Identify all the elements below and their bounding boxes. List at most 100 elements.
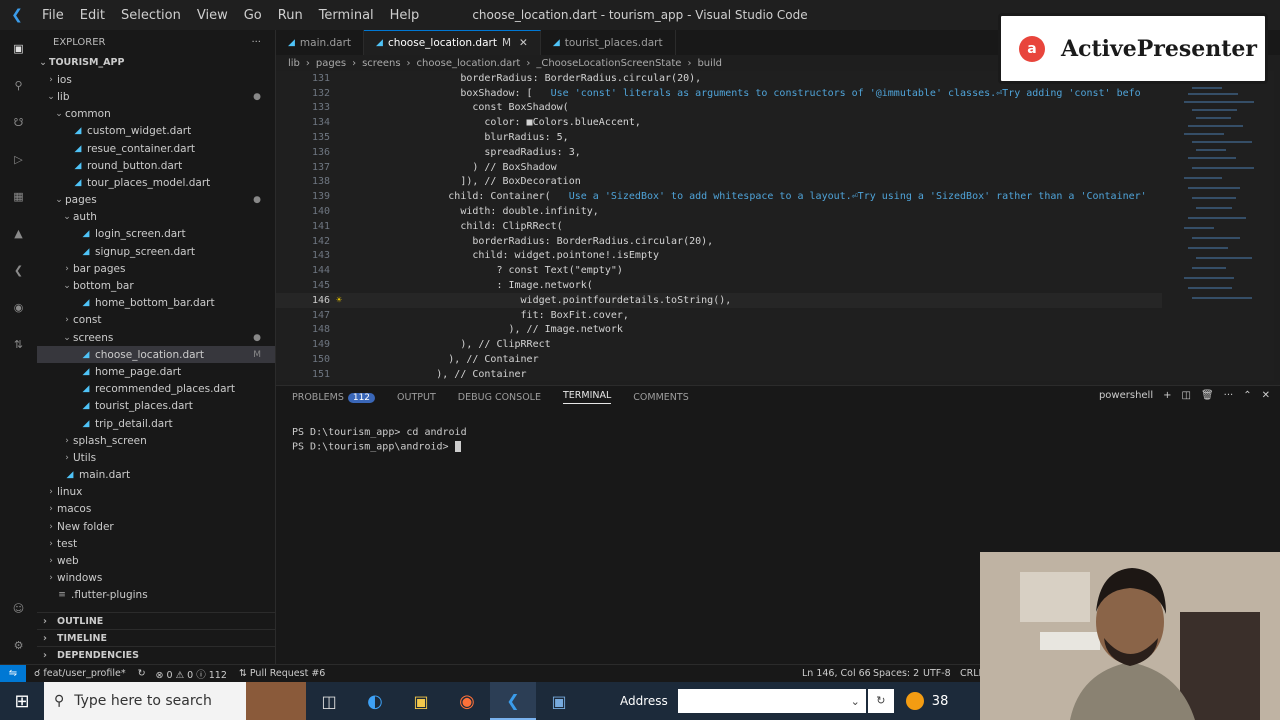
code-line[interactable]: 144 ? const Text("empty") [276,263,1162,278]
section-outline[interactable]: › OUTLINE [37,612,276,629]
code-line[interactable]: 140 width: double.infinity, [276,204,1162,219]
code-line[interactable]: 134 color: ■Colors.blueAccent, [276,115,1162,130]
workspace-root[interactable]: ⌄ TOURISM_APP [37,54,275,71]
folder-item[interactable]: › New folder [37,518,275,535]
code-line[interactable]: 148 ), // Image.network [276,323,1162,338]
editor-tab[interactable]: ◢ tourist_places.dart [541,30,676,55]
code-line[interactable]: 149 ), // ClipRRect [276,337,1162,352]
flutter-icon[interactable]: ❮ [0,252,37,289]
code-line[interactable]: 133 const BoxShadow( [276,101,1162,116]
file-item[interactable]: ◢ home_bottom_bar.dart [37,295,275,312]
github-icon[interactable]: ◉ [0,289,37,326]
code-editor[interactable]: 131 borderRadius: BorderRadius.circular(… [276,71,1162,381]
panel-more-icon[interactable]: ··· [1224,390,1234,401]
breadcrumb-item[interactable]: screens [362,58,400,69]
split-terminal-icon[interactable]: ◫ [1182,390,1191,401]
vscode-taskbar-icon[interactable]: ❮ [490,682,536,720]
menu-help[interactable]: Help [382,8,428,23]
pull-request-status[interactable]: ⇅ Pull Request #6 [239,668,325,679]
panel-tab-debug-console[interactable]: DEBUG CONSOLE [458,392,541,403]
minimap[interactable] [1162,71,1274,381]
code-line[interactable]: 150 ), // Container [276,352,1162,367]
code-line[interactable]: 146 ☀ widget.pointfourdetails.toString(), [276,292,1162,308]
menu-go[interactable]: Go [236,8,270,23]
extensions-icon[interactable]: ▦ [0,178,37,215]
code-line[interactable]: 139 child: Container( Use a 'SizedBox' t… [276,189,1162,204]
menu-run[interactable]: Run [270,8,311,23]
maximize-panel-icon[interactable]: ⌃ [1243,390,1251,401]
more-actions-icon[interactable]: ··· [251,37,261,48]
folder-item[interactable]: ⌄ pages ● [37,192,275,209]
testing-icon[interactable]: ▲ [0,215,37,252]
app-taskbar-icon[interactable]: ▣ [536,692,582,711]
code-line[interactable]: 141 child: ClipRRect( [276,219,1162,234]
file-item[interactable]: ◢ main.dart [37,467,275,484]
folder-item[interactable]: › Utils [37,449,275,466]
folder-item[interactable]: › const [37,312,275,329]
section-timeline[interactable]: › TIMELINE [37,629,276,646]
settings-gear-icon[interactable]: ⚙ [0,627,37,664]
section-dependencies[interactable]: › DEPENDENCIES [37,646,276,663]
folder-item[interactable]: ⌄ common [37,106,275,123]
menu-edit[interactable]: Edit [72,8,113,23]
indentation-status[interactable]: Spaces: 2 [873,668,919,679]
code-line[interactable]: 136 spreadRadius: 3, [276,145,1162,160]
folder-item[interactable]: ⌄ bottom_bar [37,277,275,294]
code-line[interactable]: 143 child: widget.pointone!.isEmpty [276,249,1162,264]
close-panel-icon[interactable]: ✕ [1262,390,1270,401]
firefox-icon[interactable]: ◉ [444,691,490,712]
file-item[interactable]: ◢ resue_container.dart [37,140,275,157]
file-item[interactable]: ◢ trip_detail.dart [37,415,275,432]
folder-item[interactable]: › bar pages [37,260,275,277]
file-item[interactable]: ◢ custom_widget.dart [37,123,275,140]
code-line[interactable]: 138 ]), // BoxDecoration [276,175,1162,190]
menu-selection[interactable]: Selection [113,8,189,23]
pull-request-icon[interactable]: ⇅ [0,326,37,363]
source-control-icon[interactable]: ☋ [0,104,37,141]
terminal-shell-label[interactable]: powershell [1099,390,1153,401]
sync-icon[interactable]: ↻ [138,668,146,679]
panel-tab-problems[interactable]: PROBLEMS 112 [292,392,376,403]
code-line[interactable]: 145 : Image.network( [276,278,1162,293]
problems-status[interactable]: ⊗ 0 ⚠ 0 ⓘ 112 [156,667,227,681]
branch-status[interactable]: ☌ feat/user_profile* [34,668,126,679]
folder-item[interactable]: › ios [37,71,275,88]
file-item[interactable]: ≡ .flutter-plugins [37,587,275,604]
breadcrumb-item[interactable]: pages [316,58,346,69]
file-item[interactable]: ◢ home_page.dart [37,363,275,380]
taskbar-search[interactable]: ⚲ Type here to search [44,682,276,720]
explorer-icon[interactable]: ▣ [0,30,37,67]
code-line[interactable]: 135 blurRadius: 5, [276,130,1162,145]
search-icon[interactable]: ⚲ [0,67,37,104]
windows-start-icon[interactable]: ⊞ [0,691,44,712]
folder-item[interactable]: › macos [37,501,275,518]
file-item[interactable]: ◢ signup_screen.dart [37,243,275,260]
file-item[interactable]: ◢ tourist_places.dart [37,398,275,415]
file-explorer-icon[interactable]: ▣ [398,692,444,711]
menu-terminal[interactable]: Terminal [311,8,382,23]
file-item[interactable]: ◢ round_button.dart [37,157,275,174]
file-item[interactable]: ◢ choose_location.dart M [37,346,275,364]
panel-tab-terminal[interactable]: TERMINAL [562,390,612,404]
file-item[interactable]: ◢ login_screen.dart [37,226,275,243]
code-line[interactable]: 132 boxShadow: [ Use 'const' literals as… [276,86,1162,101]
folder-item[interactable]: › windows [37,570,275,587]
task-view-icon[interactable]: ◫ [306,692,352,711]
folder-item[interactable]: › test [37,535,275,552]
edge-browser-icon[interactable]: ◐ [352,691,398,712]
file-item[interactable]: ◢ recommended_places.dart [37,381,275,398]
lightbulb-icon[interactable]: ☀ [336,295,342,306]
folder-item[interactable]: ⌄ lib ● [37,88,275,105]
run-debug-icon[interactable]: ▷ [0,141,37,178]
menu-file[interactable]: File [34,8,72,23]
breadcrumb-item[interactable]: choose_location.dart [417,58,521,69]
remote-indicator-icon[interactable]: ⇋ [0,664,26,683]
breadcrumb-item[interactable]: _ChooseLocationScreenState [536,58,681,69]
breadcrumb-item[interactable]: build [697,58,722,69]
new-terminal-icon[interactable]: + [1163,390,1171,401]
file-item[interactable]: ◢ tour_places_model.dart [37,174,275,191]
breadcrumb-item[interactable]: lib [288,58,300,69]
code-line[interactable]: 147 fit: BoxFit.cover, [276,308,1162,323]
close-tab-icon[interactable]: ✕ [519,37,528,49]
code-line[interactable]: 151 ), // Container [276,367,1162,381]
